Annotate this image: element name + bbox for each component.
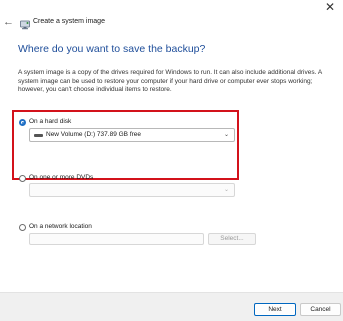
chevron-down-icon: ⌄ [223,132,229,138]
back-arrow-icon[interactable]: ← [3,15,15,29]
drive-icon [34,134,43,137]
page-heading: Where do you want to save the backup? [18,43,206,55]
dvds-radio[interactable] [19,175,26,182]
close-icon[interactable]: ✕ [317,0,343,14]
hard-disk-label[interactable]: On a hard disk [29,117,71,126]
hard-disk-drive-select[interactable]: New Volume (D:) 737.89 GB free ⌄ [29,128,235,142]
dvd-drive-select[interactable]: ⌄ [29,183,235,197]
dvds-label[interactable]: On one or more DVDs [29,173,93,182]
description-text: A system image is a copy of the drives r… [18,69,322,94]
window-title: Create a system image [33,18,105,25]
next-button[interactable]: Next [254,303,296,316]
network-location-input[interactable] [29,233,204,245]
select-network-button[interactable]: Select... [208,233,256,245]
selected-drive-text: New Volume (D:) 737.89 GB free [46,131,142,138]
system-image-app-icon [20,17,30,30]
network-label[interactable]: On a network location [29,222,92,231]
chevron-down-icon: ⌄ [223,187,229,193]
network-radio[interactable] [19,224,26,231]
cancel-button[interactable]: Cancel [300,303,341,316]
hard-disk-radio[interactable] [19,119,26,126]
